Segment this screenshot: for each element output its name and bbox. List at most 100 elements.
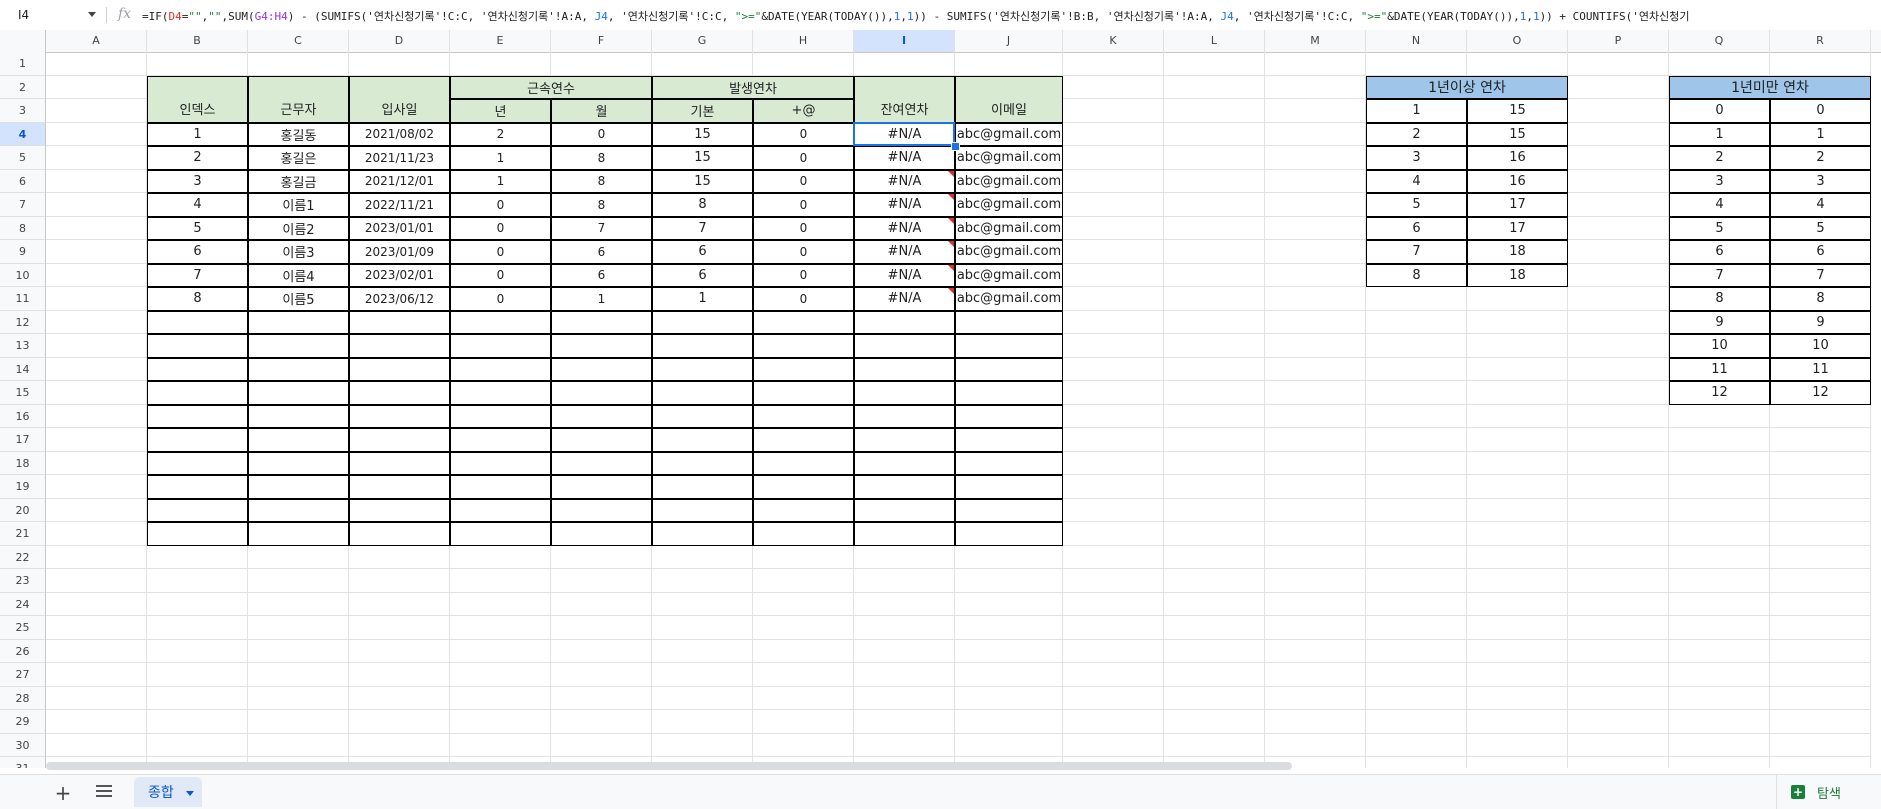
empty-cell[interactable]	[248, 451, 349, 475]
row-header-8[interactable]: 8	[0, 216, 46, 240]
cell-email[interactable]: abc@gmail.com	[955, 287, 1063, 311]
cell-accrued-extra[interactable]: 0	[753, 169, 854, 193]
cell-index[interactable]: 3	[147, 169, 248, 193]
header-accrued[interactable]: 발생연차	[652, 75, 854, 99]
column-header-a[interactable]: A	[46, 30, 147, 52]
cell-accrued-base[interactable]: 15	[652, 122, 753, 146]
row-header-17[interactable]: 17	[0, 428, 46, 452]
row-header-27[interactable]: 27	[0, 663, 46, 687]
cell-worker[interactable]: 이름3	[248, 240, 349, 264]
empty-cell[interactable]	[955, 451, 1063, 475]
cell-leave-days[interactable]: 15	[1467, 99, 1568, 123]
empty-cell[interactable]	[147, 475, 248, 499]
empty-cell[interactable]	[955, 498, 1063, 522]
row-header-26[interactable]: 26	[0, 639, 46, 663]
cell-leave-days[interactable]: 5	[1770, 216, 1871, 240]
empty-cell[interactable]	[854, 428, 955, 452]
cell-remaining[interactable]: #N/A	[854, 240, 955, 264]
empty-cell[interactable]	[652, 522, 753, 546]
empty-cell[interactable]	[652, 310, 753, 334]
cell-months[interactable]: 10	[1669, 334, 1770, 358]
cell-months[interactable]: 5	[1669, 216, 1770, 240]
empty-cell[interactable]	[551, 404, 652, 428]
cell-tenure-month[interactable]: 1	[551, 287, 652, 311]
empty-cell[interactable]	[147, 522, 248, 546]
cell-leave-days[interactable]: 15	[1467, 122, 1568, 146]
empty-cell[interactable]	[248, 475, 349, 499]
row-header-15[interactable]: 15	[0, 381, 46, 405]
cell-years[interactable]: 8	[1366, 263, 1467, 287]
row-header-13[interactable]: 13	[0, 334, 46, 358]
empty-cell[interactable]	[854, 404, 955, 428]
empty-cell[interactable]	[854, 498, 955, 522]
cell-accrued-extra[interactable]: 0	[753, 122, 854, 146]
empty-cell[interactable]	[248, 522, 349, 546]
empty-cell[interactable]	[652, 381, 753, 405]
cell-leave-days[interactable]: 18	[1467, 263, 1568, 287]
empty-cell[interactable]	[248, 498, 349, 522]
cell-tenure-month[interactable]: 6	[551, 263, 652, 287]
select-all-corner[interactable]	[0, 30, 46, 52]
cell-tenure-year[interactable]: 0	[450, 240, 551, 264]
cell-worker[interactable]: 이름4	[248, 263, 349, 287]
empty-cell[interactable]	[753, 522, 854, 546]
cell-email[interactable]: abc@gmail.com	[955, 263, 1063, 287]
row-header-25[interactable]: 25	[0, 616, 46, 640]
empty-cell[interactable]	[147, 310, 248, 334]
header-tenure[interactable]: 근속연수	[450, 75, 652, 99]
cell-leave-days[interactable]: 2	[1770, 146, 1871, 170]
row-header-22[interactable]: 22	[0, 545, 46, 569]
cell-months[interactable]: 0	[1669, 99, 1770, 123]
fill-handle[interactable]	[951, 142, 960, 151]
empty-cell[interactable]	[955, 404, 1063, 428]
cell-leave-days[interactable]: 3	[1770, 169, 1871, 193]
cell-worker[interactable]: 이름5	[248, 287, 349, 311]
cell-index[interactable]: 8	[147, 287, 248, 311]
header-index[interactable]: 인덱스	[147, 75, 248, 123]
empty-cell[interactable]	[854, 522, 955, 546]
row-header-19[interactable]: 19	[0, 475, 46, 499]
empty-cell[interactable]	[955, 357, 1063, 381]
cell-email[interactable]: abc@gmail.com	[955, 216, 1063, 240]
empty-cell[interactable]	[450, 451, 551, 475]
empty-cell[interactable]	[147, 357, 248, 381]
empty-cell[interactable]	[652, 451, 753, 475]
empty-cell[interactable]	[652, 428, 753, 452]
header-email[interactable]: 이메일	[955, 75, 1063, 123]
empty-cell[interactable]	[147, 451, 248, 475]
cell-accrued-extra[interactable]: 0	[753, 216, 854, 240]
empty-cell[interactable]	[955, 522, 1063, 546]
cell-tenure-month[interactable]: 8	[551, 146, 652, 170]
column-header-q[interactable]: Q	[1669, 30, 1770, 52]
cell-months[interactable]: 11	[1669, 357, 1770, 381]
empty-cell[interactable]	[349, 404, 450, 428]
cell-leave-days[interactable]: 16	[1467, 146, 1568, 170]
empty-cell[interactable]	[450, 334, 551, 358]
row-header-20[interactable]: 20	[0, 498, 46, 522]
empty-cell[interactable]	[349, 451, 450, 475]
row-header-2[interactable]: 2	[0, 75, 46, 99]
empty-cell[interactable]	[551, 428, 652, 452]
empty-cell[interactable]	[955, 475, 1063, 499]
empty-cell[interactable]	[147, 334, 248, 358]
cell-tenure-year[interactable]: 0	[450, 216, 551, 240]
empty-cell[interactable]	[349, 381, 450, 405]
empty-cell[interactable]	[450, 381, 551, 405]
cell-tenure-year[interactable]: 0	[450, 287, 551, 311]
chevron-down-icon[interactable]	[186, 791, 194, 796]
cell-leave-days[interactable]: 17	[1467, 193, 1568, 217]
empty-cell[interactable]	[248, 357, 349, 381]
empty-cell[interactable]	[652, 357, 753, 381]
cell-remaining[interactable]: #N/A	[854, 146, 955, 170]
cell-months[interactable]: 6	[1669, 240, 1770, 264]
column-header-m[interactable]: M	[1265, 30, 1366, 52]
row-header-31[interactable]: 31	[0, 757, 46, 768]
cell-worker[interactable]: 이름2	[248, 216, 349, 240]
column-header-j[interactable]: J	[955, 30, 1063, 52]
cell-hire-date[interactable]: 2023/02/01	[349, 263, 450, 287]
cell-months[interactable]: 3	[1669, 169, 1770, 193]
cell-accrued-base[interactable]: 7	[652, 216, 753, 240]
row-header-4[interactable]: 4	[0, 122, 46, 146]
empty-cell[interactable]	[248, 428, 349, 452]
cell-email[interactable]: abc@gmail.com	[955, 146, 1063, 170]
